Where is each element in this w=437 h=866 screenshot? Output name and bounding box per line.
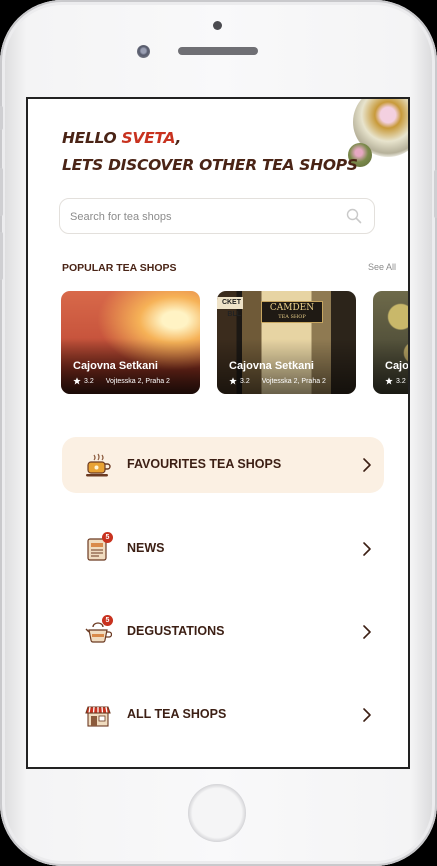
app-screen: HELLO SVETA, LETS DISCOVER OTHER TEA SHO… bbox=[26, 97, 410, 769]
menu-label: NEWS bbox=[127, 541, 165, 555]
menu-label: ALL TEA SHOPS bbox=[127, 707, 227, 721]
mute-switch bbox=[0, 106, 3, 130]
card-address: Vojtesska 2, Praha 2 bbox=[105, 377, 170, 385]
greeting-line-1: HELLO SVETA, bbox=[62, 129, 182, 147]
card-rating: 3.2 bbox=[396, 377, 406, 385]
notification-badge: 5 bbox=[102, 532, 113, 543]
card-title: Cajovna Setkani bbox=[229, 360, 314, 372]
card-meta: 3.2 Vojtesska 2, Praha 2 bbox=[73, 377, 170, 385]
search-bar[interactable] bbox=[59, 198, 375, 234]
search-icon[interactable] bbox=[346, 208, 362, 229]
chevron-right-icon bbox=[362, 457, 372, 478]
card-rating: 3.2 bbox=[240, 377, 250, 385]
menu-label: FAVOURITES TEA SHOPS bbox=[127, 457, 282, 471]
earpiece-speaker bbox=[178, 47, 258, 55]
tea-shop-card[interactable]: CKET BLL CAMDEN TEA SHOP Cajovna Setkani … bbox=[217, 291, 356, 394]
popular-section-title: POPULAR TEA SHOPS bbox=[62, 262, 177, 274]
teapot-icon: 5 bbox=[84, 615, 113, 646]
chevron-right-icon bbox=[362, 541, 372, 562]
card-title: Cajo bbox=[385, 360, 409, 372]
front-camera bbox=[137, 45, 150, 58]
tea-shop-card[interactable]: Cajo 3.2 bbox=[373, 291, 409, 394]
menu-item-favourites[interactable]: FAVOURITES TEA SHOPS bbox=[62, 437, 384, 493]
card-meta: 3.2 Vojtesska 2, Praha 2 bbox=[229, 377, 326, 385]
home-button[interactable] bbox=[188, 784, 246, 842]
storefront-sign-left: CKET BLL bbox=[217, 297, 243, 318]
proximity-sensor bbox=[213, 21, 222, 30]
popular-carousel[interactable]: Cajovna Setkani 3.2 Vojtesska 2, Praha 2… bbox=[61, 291, 409, 394]
user-name: SVETA bbox=[121, 129, 176, 147]
see-all-link[interactable]: See All bbox=[368, 262, 396, 272]
card-address: Vojtesska 2, Praha 2 bbox=[261, 377, 326, 385]
greeting-line-2: LETS DISCOVER OTHER TEA SHOPS bbox=[62, 156, 358, 174]
menu-item-all-tea-shops[interactable]: ALL TEA SHOPS bbox=[62, 687, 384, 743]
search-input[interactable] bbox=[70, 207, 330, 227]
shop-icon bbox=[84, 701, 112, 729]
star-icon bbox=[229, 377, 237, 385]
tea-shop-card[interactable]: Cajovna Setkani 3.2 Vojtesska 2, Praha 2 bbox=[61, 291, 200, 394]
storefront-sign: CAMDEN TEA SHOP bbox=[261, 301, 323, 323]
menu-item-degustations[interactable]: 5 DEGUSTATIONS bbox=[62, 604, 384, 660]
card-title: Cajovna Setkani bbox=[73, 360, 158, 372]
card-rating: 3.2 bbox=[84, 377, 94, 385]
menu-item-news[interactable]: 5 NEWS bbox=[62, 521, 384, 577]
greeting-heading: HELLO SVETA, LETS DISCOVER OTHER TEA SHO… bbox=[62, 125, 362, 179]
volume-down-button bbox=[0, 232, 3, 280]
notification-badge: 5 bbox=[102, 615, 113, 626]
chevron-right-icon bbox=[362, 624, 372, 645]
volume-up-button bbox=[0, 168, 3, 216]
star-icon bbox=[73, 377, 81, 385]
star-icon bbox=[385, 377, 393, 385]
newspaper-icon: 5 bbox=[84, 532, 113, 563]
card-meta: 3.2 bbox=[385, 377, 406, 385]
chevron-right-icon bbox=[362, 707, 372, 728]
menu-label: DEGUSTATIONS bbox=[127, 624, 225, 638]
tea-cup-icon bbox=[84, 451, 112, 479]
